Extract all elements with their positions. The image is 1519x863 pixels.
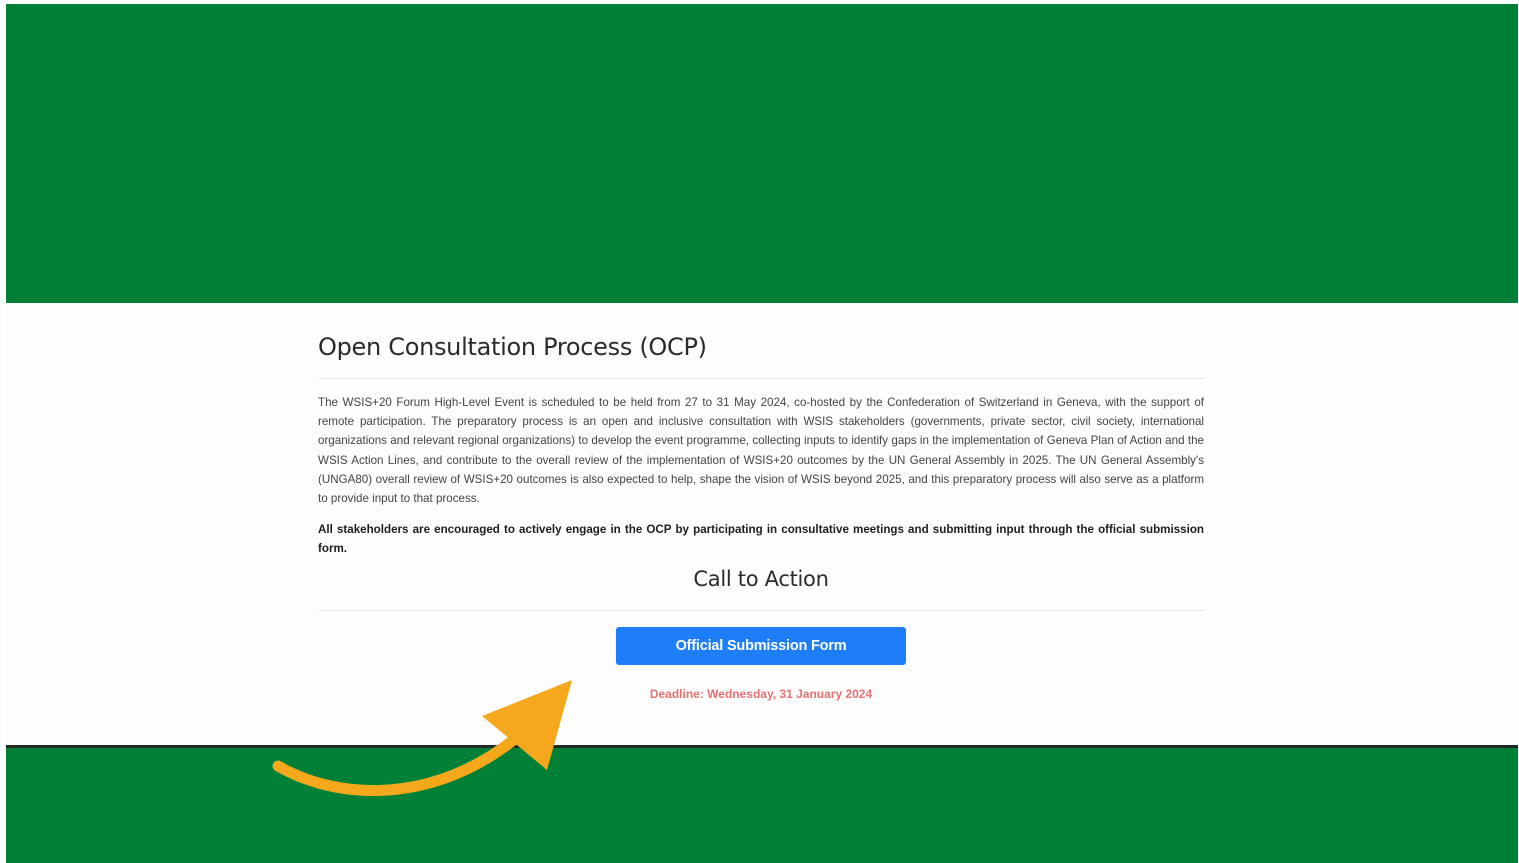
stakeholder-notice: All stakeholders are encouraged to activ…: [318, 523, 1204, 556]
bottom-green-band: [6, 745, 1518, 863]
top-green-band: [6, 4, 1518, 303]
intro-paragraph: The WSIS+20 Forum High-Level Event is sc…: [318, 396, 1204, 506]
official-submission-form-button[interactable]: Official Submission Form: [616, 627, 906, 665]
curved-arrow-icon: [272, 680, 572, 797]
title-divider: [318, 378, 1204, 379]
call-to-action-divider: [318, 610, 1204, 611]
call-to-action-title: Call to Action: [693, 567, 829, 591]
screenshot-frame: Open Consultation Process (OCP) The WSIS…: [6, 4, 1518, 863]
page-title: Open Consultation Process (OCP): [318, 333, 707, 361]
ocp-content-panel: Open Consultation Process (OCP) The WSIS…: [6, 303, 1518, 745]
